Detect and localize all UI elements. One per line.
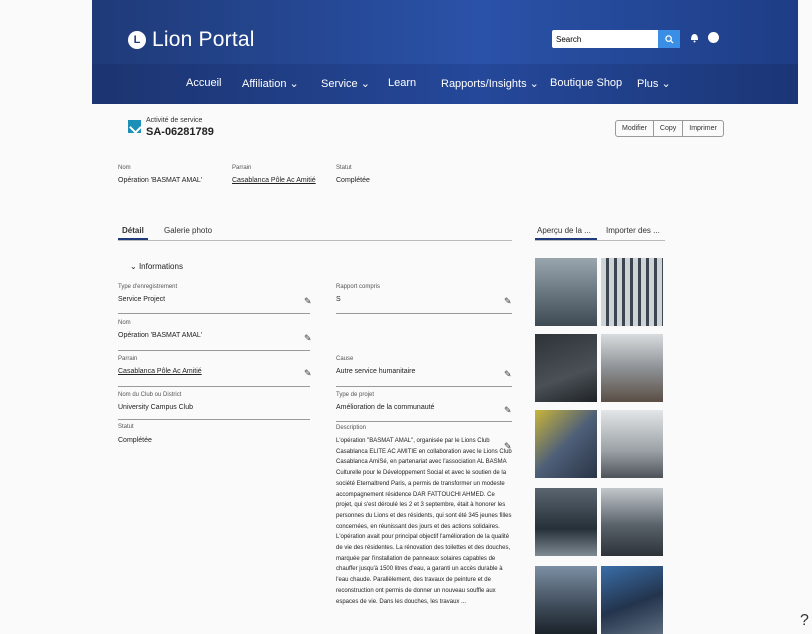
field-record-type-label: Type d'enregistrement <box>118 284 178 290</box>
field-divider <box>336 421 512 422</box>
search-icon <box>664 34 674 44</box>
right-tab-divider <box>535 240 665 241</box>
copy-button[interactable]: Copy <box>654 121 684 136</box>
field-record-type-value: Service Project <box>118 296 166 303</box>
nav-boutique[interactable]: Boutique Shop <box>550 77 622 89</box>
record-actions: Modifier Copy Imprimer <box>615 120 724 137</box>
highlight-name-value: Opération 'BASMAT AMAL' <box>118 177 203 184</box>
field-divider <box>118 350 310 351</box>
gallery-photo[interactable] <box>601 410 663 478</box>
field-sponsor-link[interactable]: Casablanca Pôle Ac Amitié <box>118 368 202 375</box>
field-sponsor-label: Parrain <box>118 356 138 362</box>
screen-area: L Lion Portal Accueil Affiliation ⌄ Serv… <box>0 0 812 634</box>
gallery-photo[interactable] <box>535 410 597 478</box>
gallery-photo[interactable] <box>601 566 663 634</box>
gallery-photo[interactable] <box>535 488 597 556</box>
tab-divider <box>118 240 512 241</box>
edit-pencil-icon[interactable]: ✎ <box>504 296 512 307</box>
edit-pencil-icon[interactable]: ✎ <box>304 333 312 344</box>
gallery-photo[interactable] <box>535 566 597 634</box>
field-divider <box>118 386 310 387</box>
site-logo[interactable]: L Lion Portal <box>128 28 255 52</box>
edit-pencil-icon[interactable]: ✎ <box>504 369 512 380</box>
edit-pencil-icon[interactable]: ✎ <box>304 296 312 307</box>
field-cause-value: Autre service humanitaire <box>336 368 416 375</box>
section-title: Informations <box>138 262 183 271</box>
service-activity-icon <box>128 120 141 133</box>
field-club-value: University Campus Club <box>118 404 194 411</box>
field-status-label: Statut <box>118 424 134 430</box>
field-report-value: S <box>336 296 341 303</box>
gallery-photo[interactable] <box>535 258 597 326</box>
field-divider <box>336 386 512 387</box>
notification-bell-icon[interactable] <box>690 32 700 44</box>
highlight-name-label: Nom <box>118 165 131 171</box>
nav-rapports[interactable]: Rapports/Insights ⌄ <box>441 77 539 90</box>
field-name-value: Opération 'BASMAT AMAL' <box>118 332 203 339</box>
field-name-label: Nom <box>118 320 131 326</box>
search-input[interactable] <box>556 32 656 46</box>
record-id: SA-06281789 <box>146 126 214 138</box>
field-divider <box>118 313 310 314</box>
section-header-informations[interactable]: ⌄ Informations <box>130 262 183 271</box>
edit-pencil-icon[interactable]: ✎ <box>304 368 312 379</box>
nav-service[interactable]: Service ⌄ <box>321 77 370 90</box>
lions-emblem-icon: L <box>128 31 146 49</box>
gallery-photo[interactable] <box>601 258 663 326</box>
record-type: Activité de service <box>146 117 203 124</box>
highlight-status-value: Complétée <box>336 177 370 184</box>
site-title: Lion Portal <box>152 28 255 51</box>
chevron-down-icon: ⌄ <box>130 262 137 271</box>
highlight-status-label: Statut <box>336 165 352 171</box>
description-text: L'opération "BASMAT AMAL", organisée par… <box>336 438 512 605</box>
search-box <box>552 30 680 48</box>
edit-pencil-icon[interactable]: ✎ <box>504 405 512 416</box>
nav-plus[interactable]: Plus ⌄ <box>637 77 671 90</box>
nav-learn[interactable]: Learn <box>388 77 416 89</box>
field-divider <box>118 419 310 420</box>
nav-accueil[interactable]: Accueil <box>186 77 221 89</box>
gallery-photo[interactable] <box>601 488 663 556</box>
field-report-label: Rapport compris <box>336 284 381 290</box>
highlight-sponsor-label: Parrain <box>232 165 252 171</box>
tab-import[interactable]: Importer des ... <box>606 226 660 235</box>
help-icon[interactable]: ? <box>800 612 809 630</box>
field-divider <box>336 313 512 314</box>
nav-affiliation[interactable]: Affiliation ⌄ <box>242 77 299 90</box>
highlight-sponsor-link[interactable]: Casablanca Pôle Ac Amitié <box>232 177 316 184</box>
edit-button[interactable]: Modifier <box>616 121 654 136</box>
field-status-value: Complétée <box>118 437 152 444</box>
tab-detail[interactable]: Détail <box>122 226 144 235</box>
tab-preview[interactable]: Aperçu de la ... <box>537 226 591 235</box>
tab-photo-gallery[interactable]: Galerie photo <box>164 226 212 235</box>
field-description-label: Description <box>336 425 367 431</box>
gallery-photo[interactable] <box>535 334 597 402</box>
field-club-label: Nom du Club ou District <box>118 392 182 398</box>
print-button[interactable]: Imprimer <box>683 121 723 136</box>
field-cause-label: Cause <box>336 356 354 362</box>
field-project-type-label: Type de projet <box>336 392 375 398</box>
gallery-photo[interactable] <box>601 334 663 402</box>
search-button[interactable] <box>658 30 680 48</box>
field-project-type-value: Amélioration de la communauté <box>336 404 435 411</box>
user-avatar[interactable] <box>708 32 719 43</box>
